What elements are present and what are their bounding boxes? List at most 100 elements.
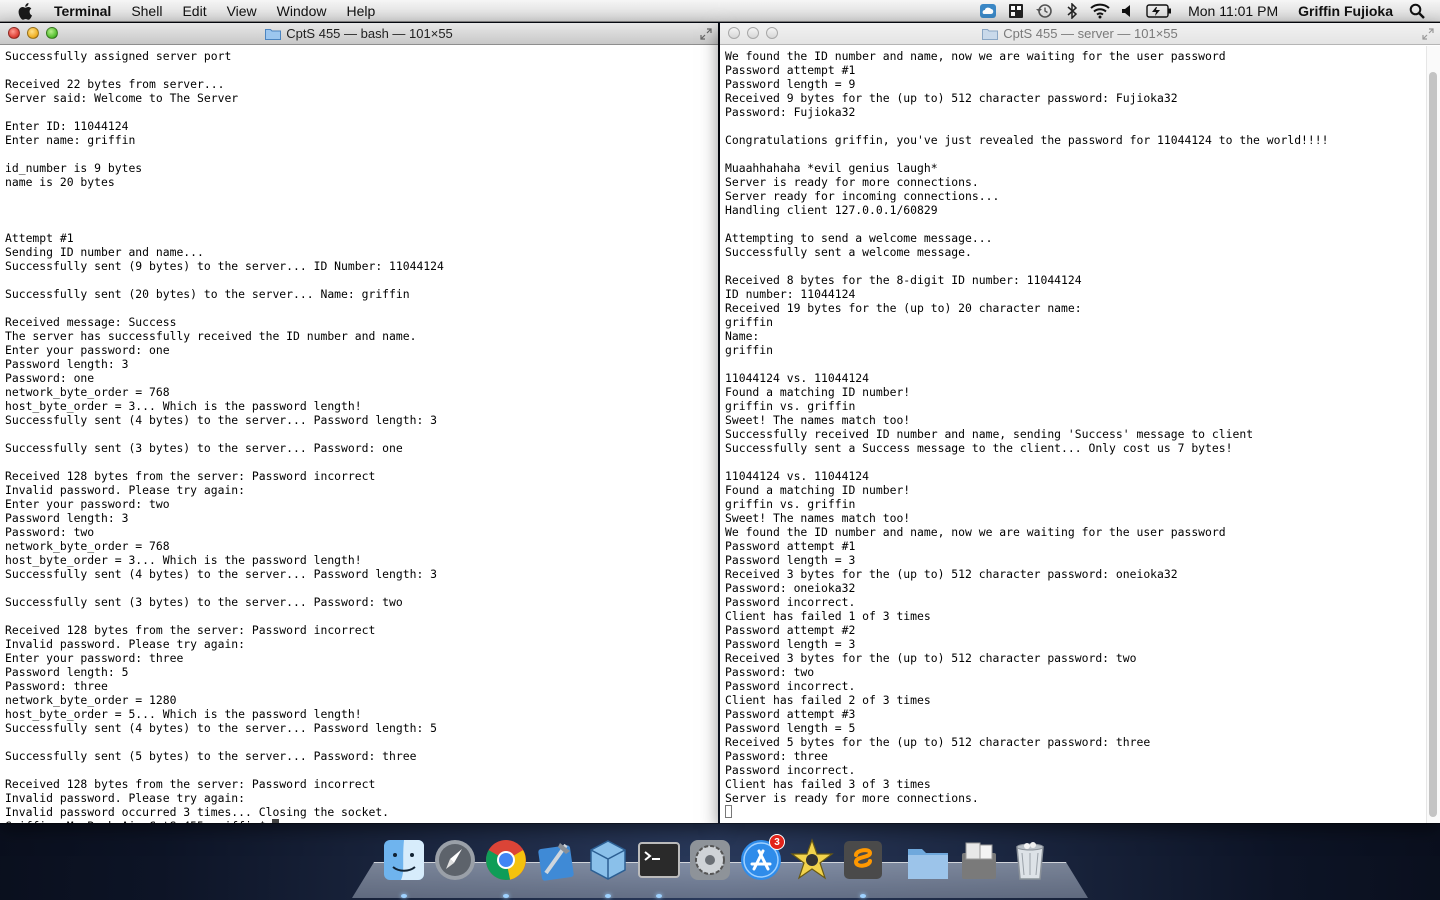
terminal-line: Received 128 bytes from the server: Pass… [5, 777, 376, 791]
window-title: CptS 455 — bash — 101×55 [265, 26, 453, 41]
terminal-line: Found a matching ID number! [725, 385, 911, 399]
terminal-line: Password length: 3 [5, 511, 129, 525]
terminal-line: Invalid password. Please try again: [5, 791, 246, 805]
minimize-button[interactable] [27, 27, 39, 39]
close-button[interactable] [728, 27, 740, 39]
menu-shell[interactable]: Shell [121, 0, 172, 22]
zoom-button[interactable] [46, 27, 58, 39]
menu-extras: Mon 11:01 PM Griffin Fujioka [974, 0, 1440, 22]
terminal-line: Successfully received ID number and name… [725, 427, 1254, 441]
terminal-line: Invalid password occurred 3 times... Clo… [5, 805, 390, 819]
terminal-line: Enter your password: three [5, 651, 184, 665]
terminal-line: Invalid password. Please try again: [5, 483, 246, 497]
window-title: CptS 455 — server — 101×55 [982, 26, 1178, 41]
dock-downloads-stack-icon[interactable] [955, 836, 1003, 884]
window-controls [8, 27, 58, 39]
dock-imovie-icon[interactable] [788, 836, 836, 884]
dock-launchpad-icon[interactable] [431, 836, 479, 884]
terminal-line: network_byte_order = 768 [5, 385, 170, 399]
window-titlebar[interactable]: CptS 455 — server — 101×55 [720, 23, 1440, 45]
spotlight-icon[interactable] [1406, 3, 1428, 19]
dock-virtualbox-icon[interactable] [584, 836, 632, 898]
menu-view[interactable]: View [217, 0, 267, 22]
display-icon[interactable] [1005, 3, 1027, 19]
menu-window[interactable]: Window [267, 0, 337, 22]
terminal-line: Muaahhahaha *evil genius laugh* [725, 161, 938, 175]
time-machine-icon[interactable] [1033, 3, 1055, 19]
dock-trash-icon[interactable] [1006, 836, 1054, 884]
fullscreen-icon[interactable] [700, 28, 712, 40]
apple-menu-icon[interactable] [18, 2, 40, 20]
terminal-line: Password length = 3 [725, 553, 856, 567]
terminal-line: Password length: 3 [5, 357, 129, 371]
terminal-line: Successfully sent (5 bytes) to the serve… [5, 749, 417, 763]
terminal-line: Password incorrect. [725, 679, 856, 693]
terminal-line: Password length: 5 [5, 665, 129, 679]
window-title-text: CptS 455 — bash — 101×55 [286, 26, 453, 41]
terminal-line: Password: Fujioka32 [725, 105, 856, 119]
terminal-line: Server said: Welcome to The Server [5, 91, 239, 105]
zoom-button[interactable] [766, 27, 778, 39]
running-indicator [860, 894, 866, 898]
terminal-line: ID number: 11044124 [725, 287, 856, 301]
volume-icon[interactable] [1117, 3, 1139, 19]
terminal-line: Sending ID number and name... [5, 245, 204, 259]
terminal-line: Password incorrect. [725, 595, 856, 609]
terminal-output[interactable]: We found the ID number and name, now we … [720, 46, 1440, 823]
running-indicator [605, 894, 611, 898]
window-titlebar[interactable]: CptS 455 — bash — 101×55 [0, 23, 718, 45]
text-cursor [272, 819, 280, 823]
creative-cloud-icon[interactable] [977, 3, 999, 19]
terminal-line: Password length = 3 [725, 637, 856, 651]
terminal-line: Successfully sent (3 bytes) to the serve… [5, 441, 403, 455]
terminal-line: Password: one [5, 371, 95, 385]
terminal-line: Successfully sent a welcome message. [725, 245, 972, 259]
terminal-window-server[interactable]: CptS 455 — server — 101×55 We found the … [720, 23, 1440, 823]
terminal-line: griffin vs. griffin [725, 399, 856, 413]
menu-edit[interactable]: Edit [172, 0, 216, 22]
terminal-line: Password length = 9 [725, 77, 856, 91]
fullscreen-icon[interactable] [1422, 28, 1434, 40]
terminal-line: Enter your password: one [5, 343, 170, 357]
dock-xcode-icon[interactable] [533, 836, 581, 884]
dock-documents-stack-icon[interactable] [904, 836, 952, 884]
terminal-line: We found the ID number and name, now we … [725, 49, 1226, 63]
menubar-clock[interactable]: Mon 11:01 PM [1176, 3, 1288, 19]
terminal-line: Password attempt #1 [725, 539, 856, 553]
dock-app-store-icon[interactable]: 3 [737, 834, 785, 884]
terminal-line: Received message: Success [5, 315, 177, 329]
terminal-line: Enter name: griffin [5, 133, 136, 147]
terminal-line: Attempting to send a welcome message... [725, 231, 993, 245]
dock-sublime-text-icon[interactable] [839, 836, 887, 898]
wifi-icon[interactable] [1089, 3, 1111, 19]
terminal-line: Password: three [5, 679, 108, 693]
running-indicator [401, 894, 407, 898]
text-cursor [725, 805, 732, 818]
terminal-window-bash[interactable]: CptS 455 — bash — 101×55 Successfully as… [0, 23, 718, 823]
terminal-line: Password: two [5, 525, 95, 539]
dock-finder-icon[interactable] [380, 836, 428, 898]
battery-icon[interactable] [1145, 3, 1173, 19]
dock-system-preferences-icon[interactable] [686, 836, 734, 884]
folder-icon [265, 28, 282, 40]
menu-app-name[interactable]: Terminal [54, 0, 121, 22]
terminal-output[interactable]: Successfully assigned server port Receive… [0, 46, 718, 823]
terminal-line: Successfully sent (4 bytes) to the serve… [5, 721, 438, 735]
terminal-line: Successfully sent (4 bytes) to the serve… [5, 413, 438, 427]
minimize-button[interactable] [747, 27, 759, 39]
scrollbar-thumb[interactable] [1429, 72, 1437, 817]
terminal-line: Password attempt #2 [725, 623, 856, 637]
menu-help[interactable]: Help [336, 0, 385, 22]
scrollbar[interactable] [1426, 46, 1440, 823]
close-button[interactable] [8, 27, 20, 39]
dock-terminal-icon[interactable] [635, 836, 683, 898]
dock-chrome-icon[interactable] [482, 836, 530, 898]
bluetooth-icon[interactable] [1061, 2, 1083, 19]
menubar-user[interactable]: Griffin Fujioka [1288, 3, 1403, 19]
app-store-badge: 3 [769, 834, 785, 850]
